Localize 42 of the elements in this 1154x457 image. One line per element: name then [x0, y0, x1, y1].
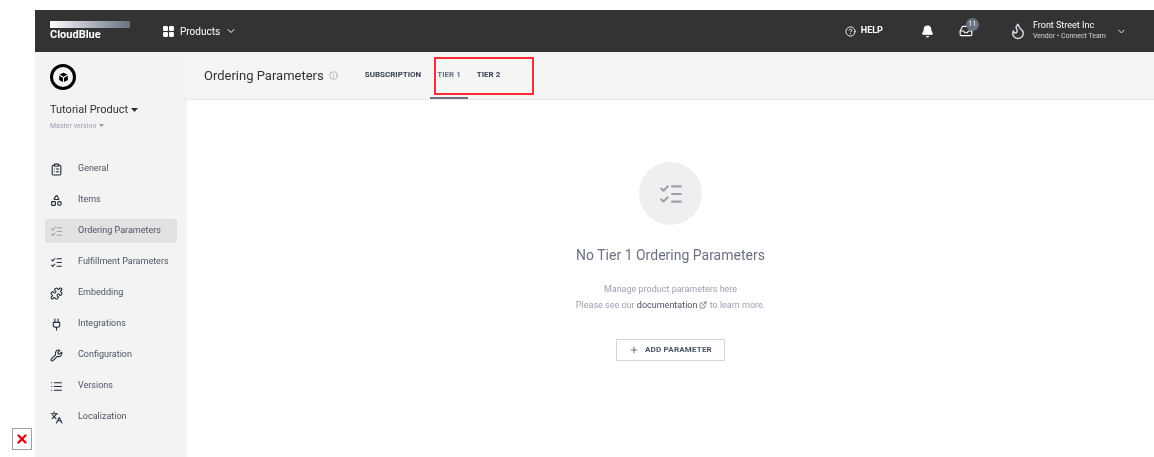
empty-state-text: Manage product parameters here — [603, 283, 738, 296]
plus-icon — [629, 345, 640, 355]
translate-icon — [50, 410, 63, 424]
sidebar-item[interactable]: Fulfillment Parameters — [45, 250, 177, 274]
documentation-link[interactable]: documentation — [636, 298, 708, 312]
checklist-icon — [50, 255, 63, 269]
tab[interactable]: SUBSCRIPTION — [357, 52, 429, 99]
sidebar-item[interactable]: Localization — [45, 405, 177, 429]
caret-icon — [99, 124, 105, 128]
sidebar-item[interactable]: Integrations — [45, 312, 177, 336]
notifications-button[interactable] — [920, 24, 934, 38]
info-icon — [328, 71, 338, 80]
products-menu[interactable]: Products — [162, 23, 238, 39]
sidebar-item[interactable]: Configuration — [45, 343, 177, 367]
clipboard-icon — [50, 162, 63, 176]
product-selector[interactable]: Tutorial Product — [50, 102, 177, 119]
sidebar-item[interactable]: General — [45, 157, 177, 181]
shapes-icon — [50, 193, 63, 207]
checklist-icon — [50, 224, 63, 238]
tab[interactable]: TIER 2 — [469, 52, 508, 99]
sidebar-item[interactable]: Items — [45, 188, 177, 212]
sidebar-item[interactable]: Ordering Parameters — [45, 219, 177, 243]
puzzle-icon — [50, 286, 63, 300]
product-logo-icon — [50, 64, 76, 90]
empty-state-text: Please see our documentation to learn more. — [575, 298, 766, 312]
add-parameter-button[interactable]: ADD PARAMETER — [616, 339, 725, 361]
grid-icon — [162, 24, 175, 38]
plug-icon — [50, 317, 63, 331]
external-link-icon — [699, 301, 708, 310]
sidebar-item[interactable]: Versions — [45, 374, 177, 398]
page-title: Ordering Parameters — [204, 66, 324, 85]
help-button[interactable]: HELP — [844, 24, 883, 38]
list-icon — [50, 379, 63, 393]
caret-icon — [131, 108, 139, 113]
logo[interactable]: CloudBlue — [50, 20, 130, 42]
wrench-icon — [50, 348, 63, 362]
broken-image-icon — [12, 428, 32, 450]
sidebar-item[interactable]: Embedding — [45, 281, 177, 305]
help-icon — [844, 25, 856, 37]
empty-state-title: No Tier 1 Ordering Parameters — [576, 246, 765, 265]
tab[interactable]: TIER 1 — [430, 52, 468, 99]
account-name: Front Street Inc — [1032, 20, 1096, 31]
